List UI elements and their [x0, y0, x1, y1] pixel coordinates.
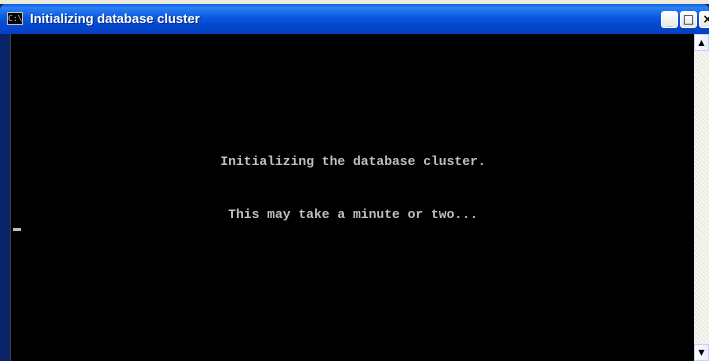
console-line: Initializing the database cluster. — [220, 154, 486, 169]
scroll-down-icon[interactable]: ▼ — [694, 344, 709, 361]
console-output[interactable]: Initializing the database cluster. This … — [10, 34, 695, 361]
console-line: This may take a minute or two... — [228, 207, 478, 222]
scroll-up-icon[interactable]: ▲ — [694, 34, 709, 51]
title-bar[interactable]: C:\ Initializing database cluster _ □ × — [0, 4, 709, 34]
console-window: C:\ Initializing database cluster _ □ × … — [0, 4, 709, 361]
vertical-scrollbar[interactable]: ▲ ▼ — [694, 34, 709, 361]
window-title: Initializing database cluster — [30, 11, 200, 26]
close-button[interactable]: × — [699, 11, 709, 28]
minimize-button[interactable]: _ — [661, 11, 678, 28]
console-icon[interactable]: C:\ — [7, 12, 23, 25]
maximize-button[interactable]: □ — [680, 11, 697, 28]
scroll-track[interactable] — [694, 51, 709, 344]
text-cursor — [13, 228, 21, 231]
